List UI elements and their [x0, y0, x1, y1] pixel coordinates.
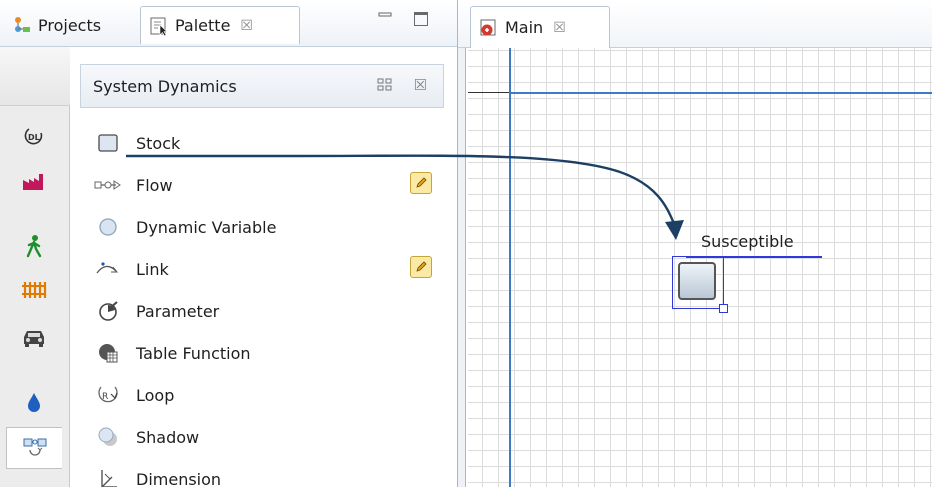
palette-item-flow[interactable]: Flow [80, 164, 450, 206]
stock-shape[interactable] [678, 262, 716, 300]
palette-item-label: Flow [136, 175, 173, 195]
svg-text:DL: DL [28, 133, 40, 142]
tab-projects-label: Projects [38, 15, 102, 35]
palette-view: Projects Palette ☒ DL System Dynamics ☒ … [0, 0, 458, 487]
dimension-icon [94, 466, 122, 487]
palette-item-dynamic-variable[interactable]: Dynamic Variable [80, 206, 450, 248]
palette-item-loop[interactable]: R Loop [80, 374, 450, 416]
view-divider[interactable] [458, 0, 466, 487]
dynamic-variable-icon [94, 214, 122, 240]
palette-item-label: Parameter [136, 301, 220, 321]
view-tab-bar: Projects Palette ☒ [0, 0, 457, 47]
tab-palette[interactable]: Palette ☒ [140, 6, 300, 44]
palette-section-header[interactable]: System Dynamics ☒ [80, 64, 444, 108]
maximize-button[interactable] [414, 12, 428, 26]
palette-item-label: Dimension [136, 469, 222, 487]
palette-item-label: Dynamic Variable [136, 217, 277, 237]
road-traffic-icon[interactable] [6, 317, 62, 359]
svg-text:R: R [102, 392, 108, 402]
loop-icon: R [94, 382, 122, 408]
palette-section-title: System Dynamics [93, 76, 237, 96]
palette-item-link[interactable]: Link [80, 248, 450, 290]
table-function-icon [94, 340, 122, 366]
rail-icon[interactable] [6, 269, 62, 311]
palette-item-label: Shadow [136, 427, 200, 447]
palette-item-shadow[interactable]: Shadow [80, 416, 450, 458]
pencil-icon[interactable] [410, 256, 432, 278]
fluid-icon[interactable] [6, 381, 62, 423]
palette-item-label: Loop [136, 385, 175, 405]
palette-item-label: Stock [136, 133, 181, 153]
grid-view-icon[interactable] [377, 78, 393, 96]
tab-main-label: Main [505, 18, 544, 37]
pedestrian-icon[interactable] [6, 225, 62, 267]
ruler-corner-line [468, 92, 510, 93]
model-canvas[interactable]: Susceptible [468, 48, 932, 487]
drawer-strip-header [0, 47, 70, 106]
pencil-icon[interactable] [410, 172, 432, 194]
statechart-icon[interactable]: DL [6, 115, 62, 157]
palette-item-label: Link [136, 259, 169, 279]
projects-icon [12, 15, 32, 35]
close-icon[interactable]: ☒ [240, 18, 253, 34]
tab-projects[interactable]: Projects [4, 6, 139, 44]
palette-icon [149, 16, 169, 36]
close-icon[interactable]: ☒ [553, 20, 566, 36]
agent-diagram-icon [479, 18, 499, 38]
palette-item-parameter[interactable]: Parameter [80, 290, 450, 332]
stock-name-label[interactable]: Susceptible [701, 232, 794, 251]
palette-item-list: Stock Flow Dynamic Variable Link Paramet… [80, 122, 450, 487]
shadow-icon [94, 424, 122, 450]
process-modeling-icon[interactable] [6, 161, 62, 203]
canvas-origin-axis-vertical [509, 48, 511, 487]
palette-item-dimension[interactable]: Dimension [80, 458, 450, 487]
palette-item-table-function[interactable]: Table Function [80, 332, 450, 374]
editor-area: Main ☒ Susceptible [458, 0, 932, 487]
tab-main[interactable]: Main ☒ [470, 6, 610, 48]
palette-drawer-strip: DL [0, 47, 70, 487]
minimize-button[interactable] [378, 10, 394, 26]
tab-palette-label: Palette [175, 16, 231, 35]
stock-icon [94, 130, 122, 156]
canvas-origin-axis-horizontal [509, 92, 932, 94]
parameter-icon [94, 298, 122, 324]
palette-item-label: Table Function [136, 343, 251, 363]
close-icon[interactable]: ☒ [414, 76, 427, 94]
flow-icon [94, 172, 122, 198]
link-icon [94, 256, 122, 282]
palette-item-stock[interactable]: Stock [80, 122, 450, 164]
system-dynamics-icon[interactable] [6, 427, 62, 469]
editor-tab-bar: Main ☒ [458, 0, 932, 48]
resize-handle[interactable] [719, 304, 728, 313]
